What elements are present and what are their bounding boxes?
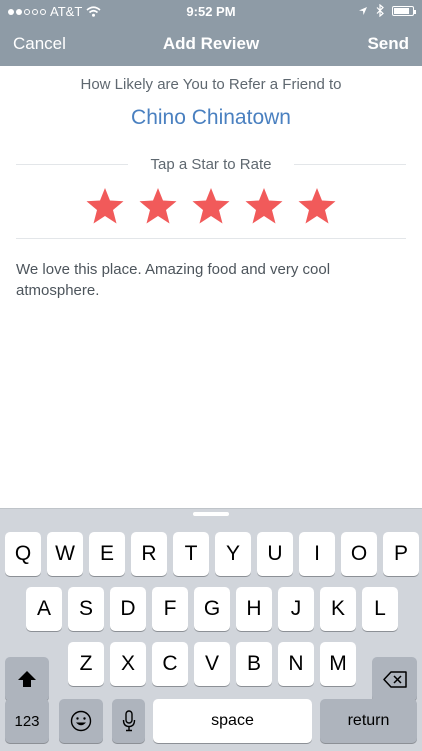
star-icon[interactable] [244, 186, 284, 226]
nav-bar: Cancel Add Review Send [0, 22, 422, 66]
shift-icon [18, 671, 36, 687]
microphone-icon [122, 710, 135, 732]
key-u[interactable]: U [257, 532, 293, 576]
key-k[interactable]: K [320, 587, 356, 631]
key-d[interactable]: D [110, 587, 146, 631]
key-p[interactable]: P [383, 532, 419, 576]
key-v[interactable]: V [194, 642, 230, 686]
battery-level [394, 7, 410, 14]
star-icon[interactable] [191, 186, 231, 226]
restaurant-name: Chino Chinatown [131, 106, 291, 129]
key-n[interactable]: N [278, 642, 314, 686]
emoji-icon [70, 710, 92, 732]
key-s[interactable]: S [68, 587, 104, 631]
review-text-field[interactable]: We love this place. Amazing food and ver… [16, 259, 406, 301]
key-m[interactable]: M [320, 642, 356, 686]
key-j[interactable]: J [278, 587, 314, 631]
numbers-key[interactable]: 123 [5, 699, 49, 743]
star-rating [0, 186, 422, 226]
key-r[interactable]: R [131, 532, 167, 576]
rate-header: Tap a Star to Rate [16, 156, 406, 174]
send-button[interactable]: Send [367, 34, 409, 54]
key-t[interactable]: T [173, 532, 209, 576]
key-w[interactable]: W [47, 532, 83, 576]
key-x[interactable]: X [110, 642, 146, 686]
status-right [358, 4, 416, 17]
key-b[interactable]: B [236, 642, 272, 686]
star-icon[interactable] [138, 186, 178, 226]
star-icon[interactable] [297, 186, 337, 226]
key-h[interactable]: H [236, 587, 272, 631]
key-q[interactable]: Q [5, 532, 41, 576]
status-bar: AT&T 9:52 PM [0, 0, 422, 22]
key-z[interactable]: Z [68, 642, 104, 686]
dictation-key[interactable] [112, 699, 145, 743]
backspace-icon [382, 670, 407, 688]
page-title: Add Review [162, 34, 260, 53]
backspace-key[interactable] [372, 657, 417, 701]
key-g[interactable]: G [194, 587, 230, 631]
key-e[interactable]: E [89, 532, 125, 576]
keyboard: QWERTYUIOP ASDFGHJKL ZXCVBNM 123 space ret… [0, 508, 422, 751]
keyboard-grabber[interactable] [193, 512, 229, 516]
shift-key[interactable] [5, 657, 49, 701]
bluetooth-icon [376, 4, 384, 17]
key-l[interactable]: L [362, 587, 398, 631]
location-arrow-icon [359, 6, 367, 15]
key-y[interactable]: Y [215, 532, 251, 576]
key-a[interactable]: A [26, 587, 62, 631]
key-c[interactable]: C [152, 642, 188, 686]
refer-prompt: How Likely are You to Refer a Friend to [80, 76, 342, 93]
emoji-key[interactable] [59, 699, 103, 743]
key-f[interactable]: F [152, 587, 188, 631]
battery-icon [392, 5, 416, 16]
key-i[interactable]: I [299, 532, 335, 576]
section-divider [16, 238, 406, 239]
app-header: AT&T 9:52 PM Cancel Add Review Send [0, 0, 422, 66]
space-key[interactable]: space [153, 699, 312, 743]
star-icon[interactable] [85, 186, 125, 226]
key-o[interactable]: O [341, 532, 377, 576]
return-key[interactable]: return [320, 699, 417, 743]
rate-divider-right [294, 164, 406, 165]
